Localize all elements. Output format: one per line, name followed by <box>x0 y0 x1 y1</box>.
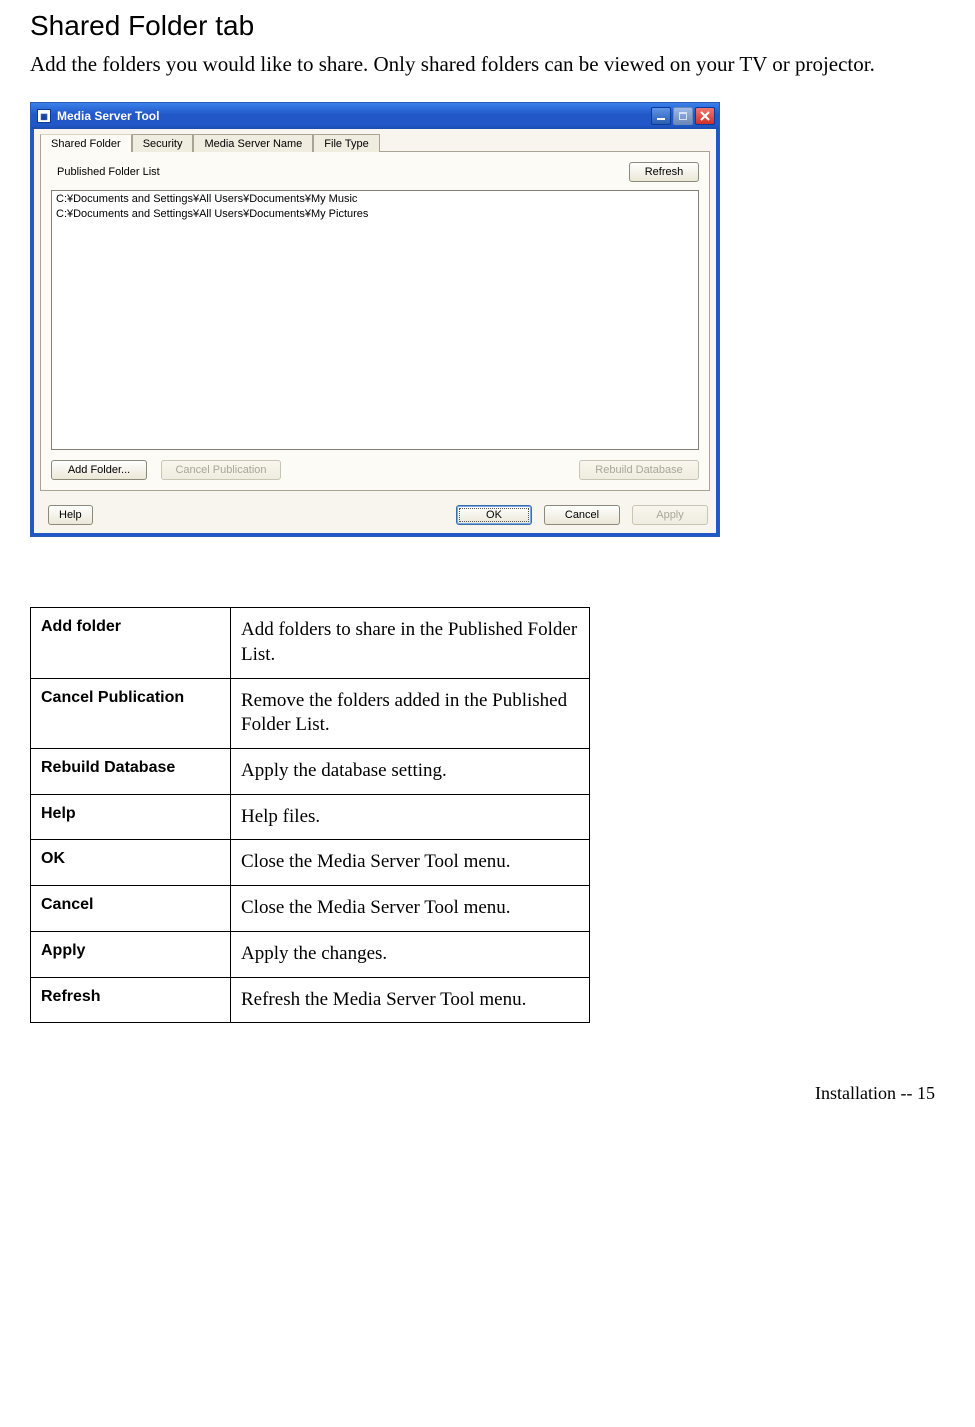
ok-button[interactable]: OK <box>456 505 532 525</box>
refresh-button[interactable]: Refresh <box>629 162 699 182</box>
list-item[interactable]: C:¥Documents and Settings¥All Users¥Docu… <box>56 192 694 206</box>
app-icon: ▦ <box>37 109 51 123</box>
desc-cell: Apply the database setting. <box>231 749 590 795</box>
apply-button: Apply <box>632 505 708 525</box>
table-row: Apply Apply the changes. <box>31 931 590 977</box>
tab-media-server-name[interactable]: Media Server Name <box>193 134 313 152</box>
section-heading: Shared Folder tab <box>30 10 945 42</box>
window-title: Media Server Tool <box>57 109 651 123</box>
rebuild-database-button: Rebuild Database <box>579 460 699 480</box>
published-folder-listbox[interactable]: C:¥Documents and Settings¥All Users¥Docu… <box>51 190 699 450</box>
cancel-button[interactable]: Cancel <box>544 505 620 525</box>
section-intro: Add the folders you would like to share.… <box>30 50 945 78</box>
desc-cell: Help files. <box>231 794 590 840</box>
maximize-button <box>673 107 693 125</box>
term-cell: OK <box>31 840 231 886</box>
tab-panel-shared-folder: Published Folder List Refresh C:¥Documen… <box>40 151 710 491</box>
desc-cell: Close the Media Server Tool menu. <box>231 886 590 932</box>
term-cell: Cancel <box>31 886 231 932</box>
desc-cell: Remove the folders added in the Publishe… <box>231 678 590 748</box>
desc-cell: Close the Media Server Tool menu. <box>231 840 590 886</box>
cancel-publication-button: Cancel Publication <box>161 460 281 480</box>
term-cell: Help <box>31 794 231 840</box>
term-cell: Add folder <box>31 608 231 678</box>
desc-cell: Add folders to share in the Published Fo… <box>231 608 590 678</box>
table-row: Help Help files. <box>31 794 590 840</box>
desc-cell: Apply the changes. <box>231 931 590 977</box>
add-folder-button[interactable]: Add Folder... <box>51 460 147 480</box>
tab-security[interactable]: Security <box>132 134 194 152</box>
desc-cell: Refresh the Media Server Tool menu. <box>231 977 590 1023</box>
term-cell: Refresh <box>31 977 231 1023</box>
table-row: Rebuild Database Apply the database sett… <box>31 749 590 795</box>
page-footer: Installation -- 15 <box>30 1083 945 1124</box>
term-cell: Cancel Publication <box>31 678 231 748</box>
term-cell: Apply <box>31 931 231 977</box>
tab-strip: Shared Folder Security Media Server Name… <box>40 133 710 151</box>
tab-shared-folder[interactable]: Shared Folder <box>40 134 132 152</box>
definition-table: Add folder Add folders to share in the P… <box>30 607 590 1023</box>
close-button[interactable] <box>695 107 715 125</box>
minimize-button[interactable] <box>651 107 671 125</box>
term-cell: Rebuild Database <box>31 749 231 795</box>
table-row: Cancel Close the Media Server Tool menu. <box>31 886 590 932</box>
list-item[interactable]: C:¥Documents and Settings¥All Users¥Docu… <box>56 207 694 221</box>
published-folder-list-label: Published Folder List <box>51 166 160 178</box>
table-row: Add folder Add folders to share in the P… <box>31 608 590 678</box>
help-button[interactable]: Help <box>48 505 93 525</box>
titlebar[interactable]: ▦ Media Server Tool <box>31 103 719 129</box>
app-window: ▦ Media Server Tool Shared Folder Securi… <box>30 102 720 537</box>
table-row: Refresh Refresh the Media Server Tool me… <box>31 977 590 1023</box>
table-row: Cancel Publication Remove the folders ad… <box>31 678 590 748</box>
table-row: OK Close the Media Server Tool menu. <box>31 840 590 886</box>
tab-file-type[interactable]: File Type <box>313 134 379 152</box>
